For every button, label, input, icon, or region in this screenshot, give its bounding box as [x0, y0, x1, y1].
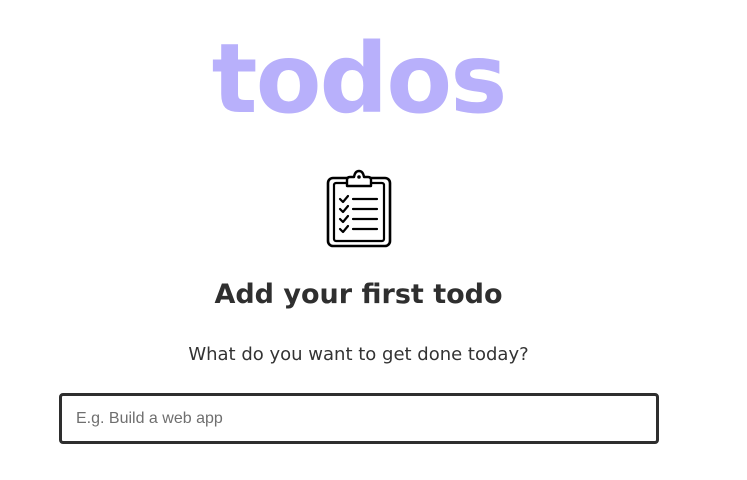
new-todo-input[interactable] — [59, 393, 659, 444]
empty-state-subtext: What do you want to get done today? — [188, 344, 529, 365]
clipboard-checklist-icon — [326, 169, 392, 248]
empty-state-heading: Add your first todo — [214, 279, 503, 310]
app-title: todos — [211, 23, 508, 135]
